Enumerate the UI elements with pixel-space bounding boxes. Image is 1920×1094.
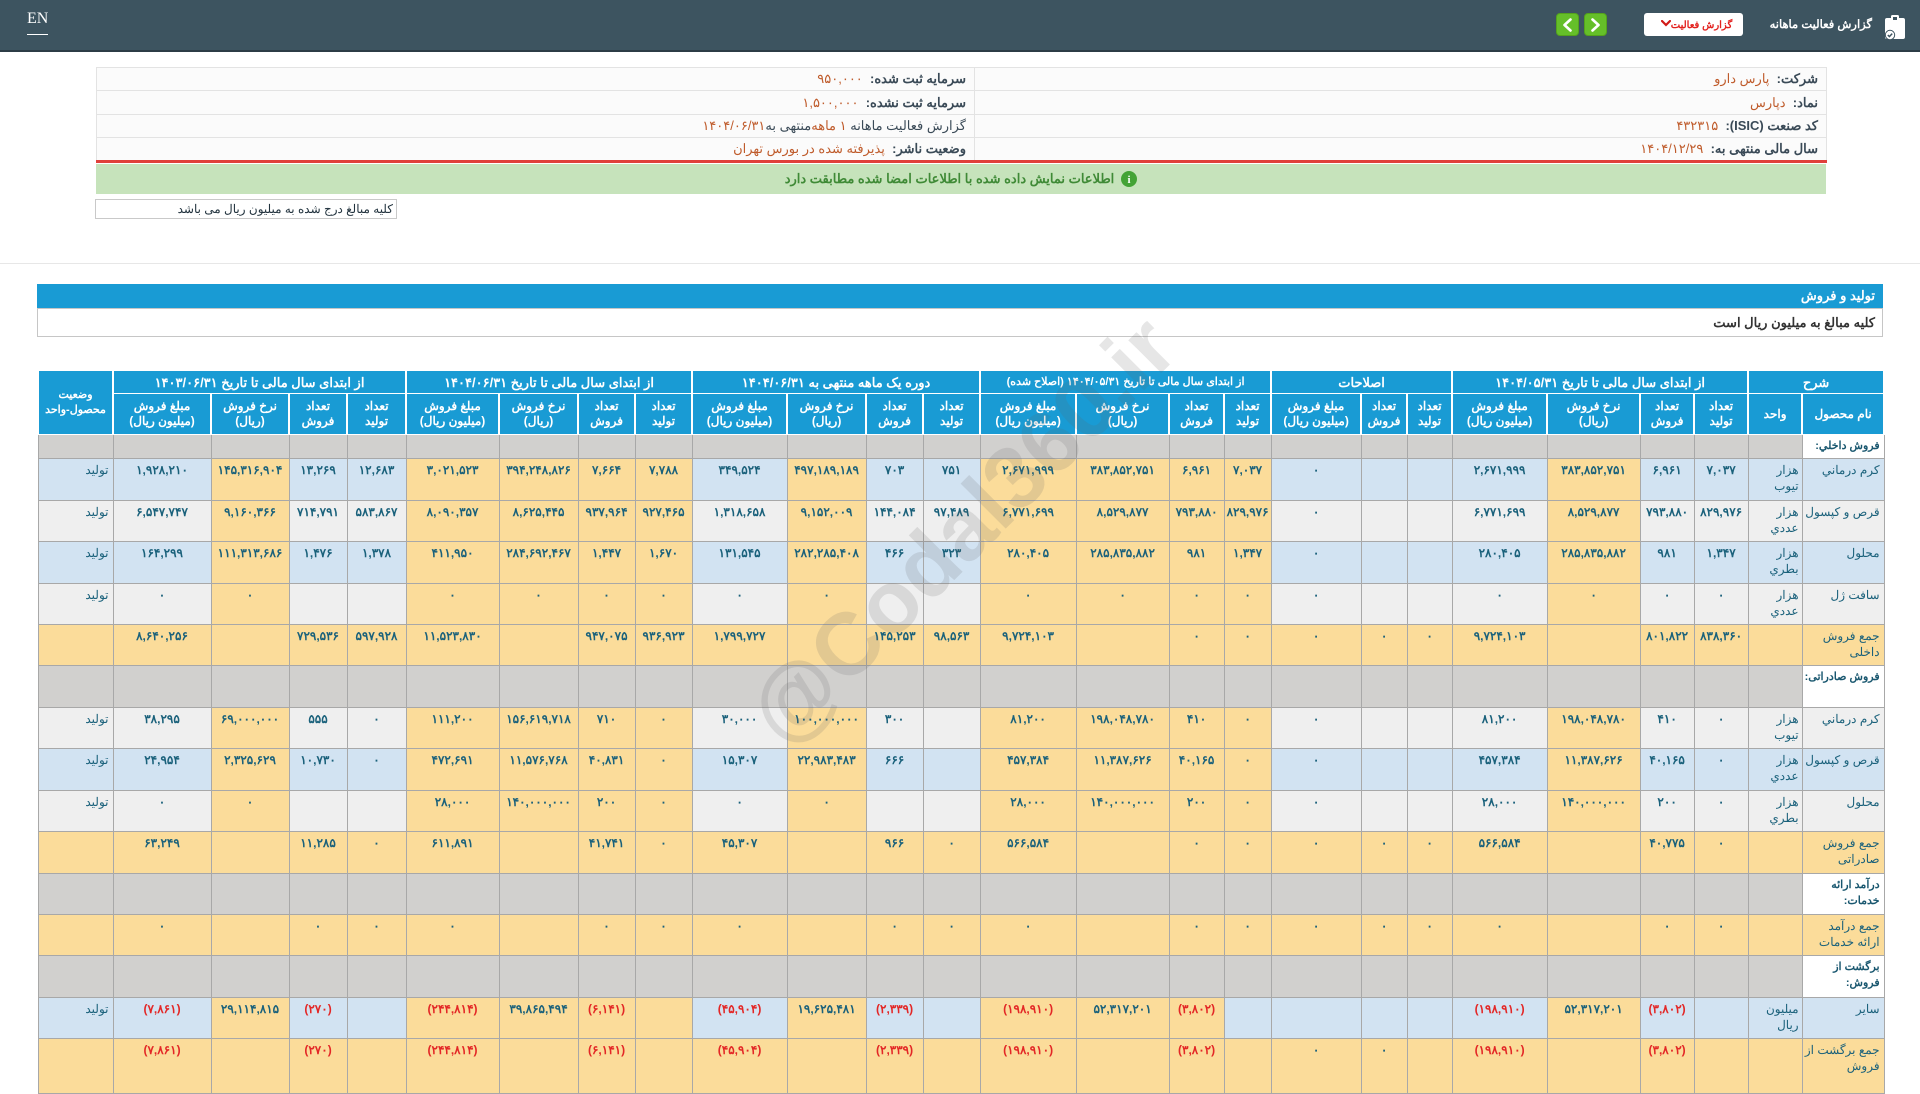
svg-text:i: i [1128, 174, 1131, 186]
